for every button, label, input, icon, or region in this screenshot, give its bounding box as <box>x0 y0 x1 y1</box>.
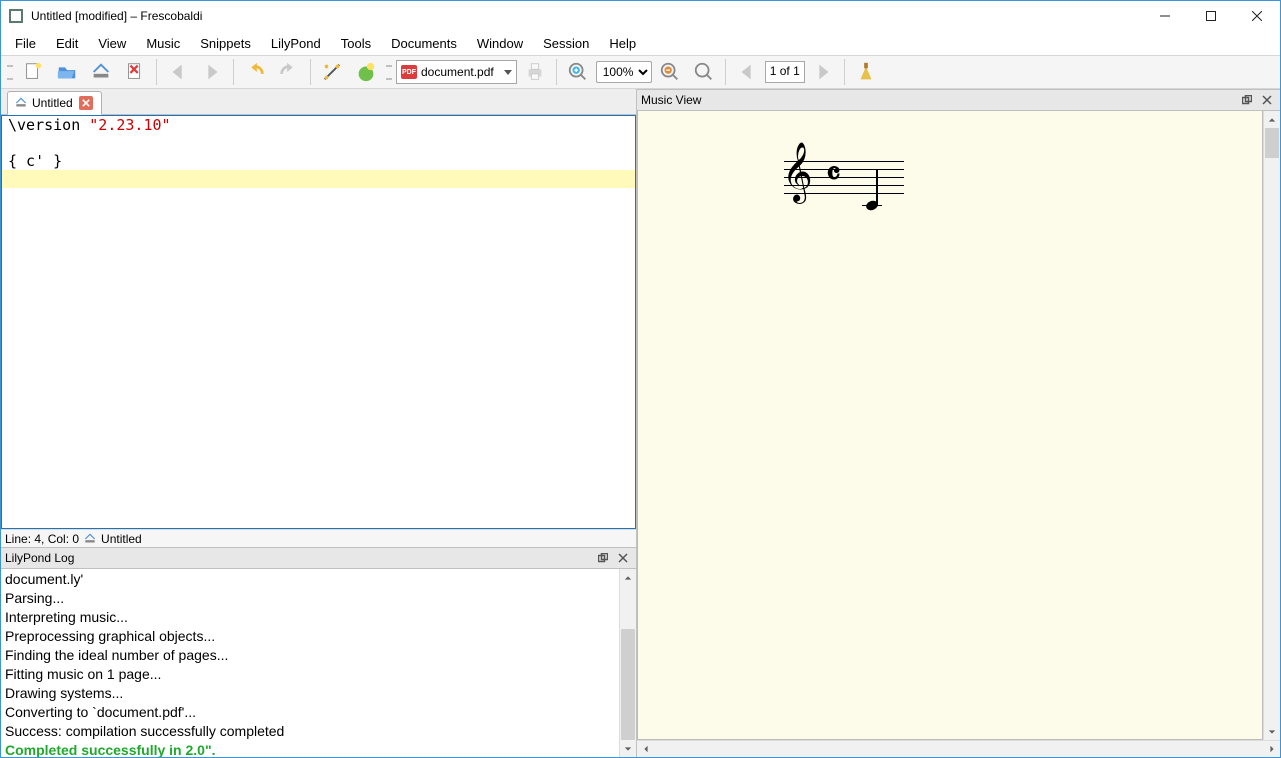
zoom-out-button[interactable] <box>654 58 686 86</box>
scrollbar-thumb[interactable] <box>1265 128 1279 158</box>
close-panel-button[interactable] <box>1258 92 1276 108</box>
chevron-down-icon <box>504 70 512 75</box>
close-file-button[interactable] <box>119 58 151 86</box>
pdf-name: document.pdf <box>421 65 494 79</box>
menu-tools[interactable]: Tools <box>331 34 381 53</box>
log-success: Completed successfully in 2.0". <box>5 741 615 757</box>
note-stem <box>876 169 878 205</box>
music-panel-header: Music View <box>637 89 1280 111</box>
pdf-icon: PDF <box>401 65 417 79</box>
menu-view[interactable]: View <box>88 34 136 53</box>
scrollbar-thumb[interactable] <box>621 629 635 740</box>
editor-tab[interactable]: Untitled <box>7 91 102 115</box>
menu-session[interactable]: Session <box>533 34 599 53</box>
engrave-button[interactable] <box>316 58 348 86</box>
menu-lilypond[interactable]: LilyPond <box>261 34 331 53</box>
menu-edit[interactable]: Edit <box>46 34 88 53</box>
redo-button[interactable] <box>273 58 305 86</box>
code-line: { c' } <box>2 152 635 170</box>
toolbar: PDF document.pdf 100% 1 of 1 <box>1 55 1280 89</box>
clear-button[interactable] <box>850 58 882 86</box>
music-scrollbar-v[interactable] <box>1263 111 1280 740</box>
treble-clef-icon: 𝄞 <box>782 147 813 199</box>
titlebar: Untitled [modified] – Frescobaldi <box>1 1 1280 31</box>
file-icon <box>83 532 97 546</box>
log-line: Success: compilation successfully comple… <box>5 722 615 741</box>
toolbar-handle[interactable] <box>7 59 13 85</box>
app-window: Untitled [modified] – Frescobaldi File E… <box>0 0 1281 758</box>
toolbar-handle-2[interactable] <box>386 59 392 85</box>
editor-tabs: Untitled <box>1 89 636 115</box>
zoom-fit-button[interactable] <box>688 58 720 86</box>
music-scrollbar-h[interactable] <box>637 740 1280 757</box>
tab-label: Untitled <box>32 96 73 110</box>
pdf-select[interactable]: PDF document.pdf <box>396 60 517 84</box>
log-line: Interpreting music... <box>5 608 615 627</box>
close-button[interactable] <box>1234 1 1280 31</box>
log-line: document.ly' <box>5 570 615 589</box>
status-filename: Untitled <box>101 532 142 546</box>
zoom-in-button[interactable] <box>562 58 594 86</box>
maximize-button[interactable] <box>1188 1 1234 31</box>
log-output[interactable]: document.ly' Parsing... Interpreting mus… <box>1 569 619 757</box>
engrave-publish-button[interactable] <box>350 58 382 86</box>
open-button[interactable] <box>51 58 83 86</box>
back-button[interactable] <box>162 58 194 86</box>
log-line: Drawing systems... <box>5 684 615 703</box>
prev-page-button[interactable] <box>731 58 763 86</box>
menu-music[interactable]: Music <box>136 34 190 53</box>
save-button[interactable] <box>85 58 117 86</box>
detach-button[interactable] <box>1238 92 1256 108</box>
code-string: "2.23.10" <box>89 116 170 134</box>
cursor-position: Line: 4, Col: 0 <box>5 532 79 546</box>
page-indicator[interactable]: 1 of 1 <box>765 61 805 83</box>
code-line <box>2 134 635 152</box>
minimize-button[interactable] <box>1142 1 1188 31</box>
app-icon <box>9 9 23 23</box>
print-button[interactable] <box>519 58 551 86</box>
music-panel-title: Music View <box>641 93 1236 107</box>
window-title: Untitled [modified] – Frescobaldi <box>31 9 1142 23</box>
log-panel-header: LilyPond Log <box>1 547 636 569</box>
log-line: Fitting music on 1 page... <box>5 665 615 684</box>
file-icon <box>14 96 28 110</box>
log-line: Preprocessing graphical objects... <box>5 627 615 646</box>
detach-button[interactable] <box>594 550 612 566</box>
next-page-button[interactable] <box>807 58 839 86</box>
music-view[interactable]: 𝄞 𝄴 <box>637 111 1263 740</box>
menu-window[interactable]: Window <box>467 34 533 53</box>
menu-snippets[interactable]: Snippets <box>190 34 261 53</box>
code-editor[interactable]: \version "2.23.10" { c' } <box>1 115 636 529</box>
log-scrollbar[interactable] <box>619 569 636 757</box>
menubar: File Edit View Music Snippets LilyPond T… <box>1 31 1280 55</box>
zoom-select[interactable]: 100% <box>596 61 652 83</box>
tab-close-button[interactable] <box>79 96 93 110</box>
log-line: Converting to `document.pdf'... <box>5 703 615 722</box>
log-line: Finding the ideal number of pages... <box>5 646 615 665</box>
log-panel-title: LilyPond Log <box>5 551 592 565</box>
undo-button[interactable] <box>239 58 271 86</box>
close-panel-button[interactable] <box>614 550 632 566</box>
code-keyword: \version <box>8 116 89 134</box>
menu-documents[interactable]: Documents <box>381 34 467 53</box>
editor-status-bar: Line: 4, Col: 0 Untitled <box>1 529 636 547</box>
time-signature: 𝄴 <box>826 159 841 192</box>
menu-file[interactable]: File <box>5 34 46 53</box>
code-current-line <box>2 170 635 188</box>
menu-help[interactable]: Help <box>599 34 646 53</box>
log-line: Parsing... <box>5 589 615 608</box>
new-button[interactable] <box>17 58 49 86</box>
forward-button[interactable] <box>196 58 228 86</box>
